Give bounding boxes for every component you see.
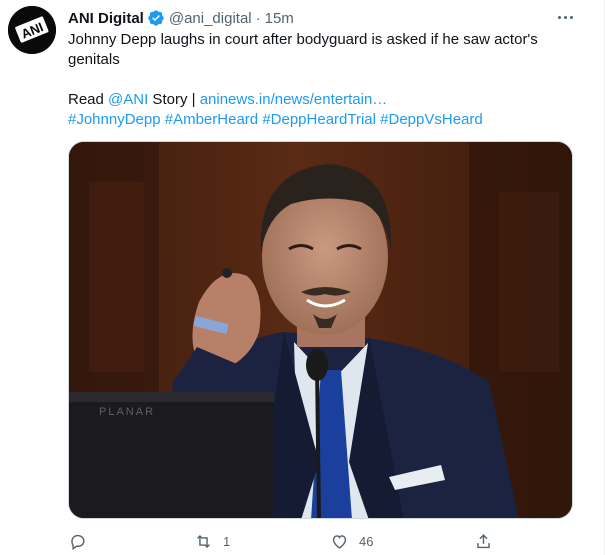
reply-button[interactable] [68,530,97,552]
read-prefix: Read [68,91,109,108]
author-name[interactable]: ANI Digital [68,10,144,27]
author-handle[interactable]: @ani_digital [169,10,252,27]
story-label: Story | [148,91,200,108]
tweet-photo[interactable]: PLANAR [68,141,573,519]
read-line: Read @ANI Story | aninews.in/news/entert… [68,90,568,110]
monitor-label: PLANAR [99,406,155,418]
tweet-header: ANI Digital @ani_digital · 15m [68,8,294,28]
tweet-headline: Johnny Depp laughs in court after bodygu… [68,31,538,68]
retweet-button[interactable]: 1 [194,530,230,552]
tweet-actions: 1 46 [60,530,500,552]
hashtag-link[interactable]: #AmberHeard [165,111,258,128]
like-count: 46 [359,533,374,549]
avatar[interactable]: ANI [8,6,56,54]
tweet-text: Johnny Depp laughs in court after bodygu… [68,30,568,130]
courtroom-photo: PLANAR [69,142,572,518]
timestamp[interactable]: 15m [265,10,294,27]
share-icon [477,533,490,548]
hashtags-line: #JohnnyDepp #AmberHeard #DeppHeardTrial … [68,110,568,130]
hashtag-link[interactable]: #DeppHeardTrial [262,111,376,128]
hashtag-link[interactable]: #JohnnyDepp [68,111,161,128]
more-options-icon[interactable] [554,8,576,26]
like-button[interactable]: 46 [330,530,373,552]
retweet-icon [197,534,210,548]
ani-logo-icon: ANI [8,6,56,54]
separator-dot: · [255,9,261,27]
tweet[interactable]: ANI ANI Digital @ani_digital · 15m Johnn… [0,0,605,555]
verified-badge-icon [147,9,165,27]
reply-icon [71,534,85,550]
heart-icon [332,534,347,549]
mention-link[interactable]: @ANI [108,91,148,108]
hashtag-link[interactable]: #DeppVsHeard [380,111,483,128]
share-button[interactable] [474,530,503,552]
article-link[interactable]: aninews.in/news/entertain… [200,91,388,108]
retweet-count: 1 [223,533,231,549]
